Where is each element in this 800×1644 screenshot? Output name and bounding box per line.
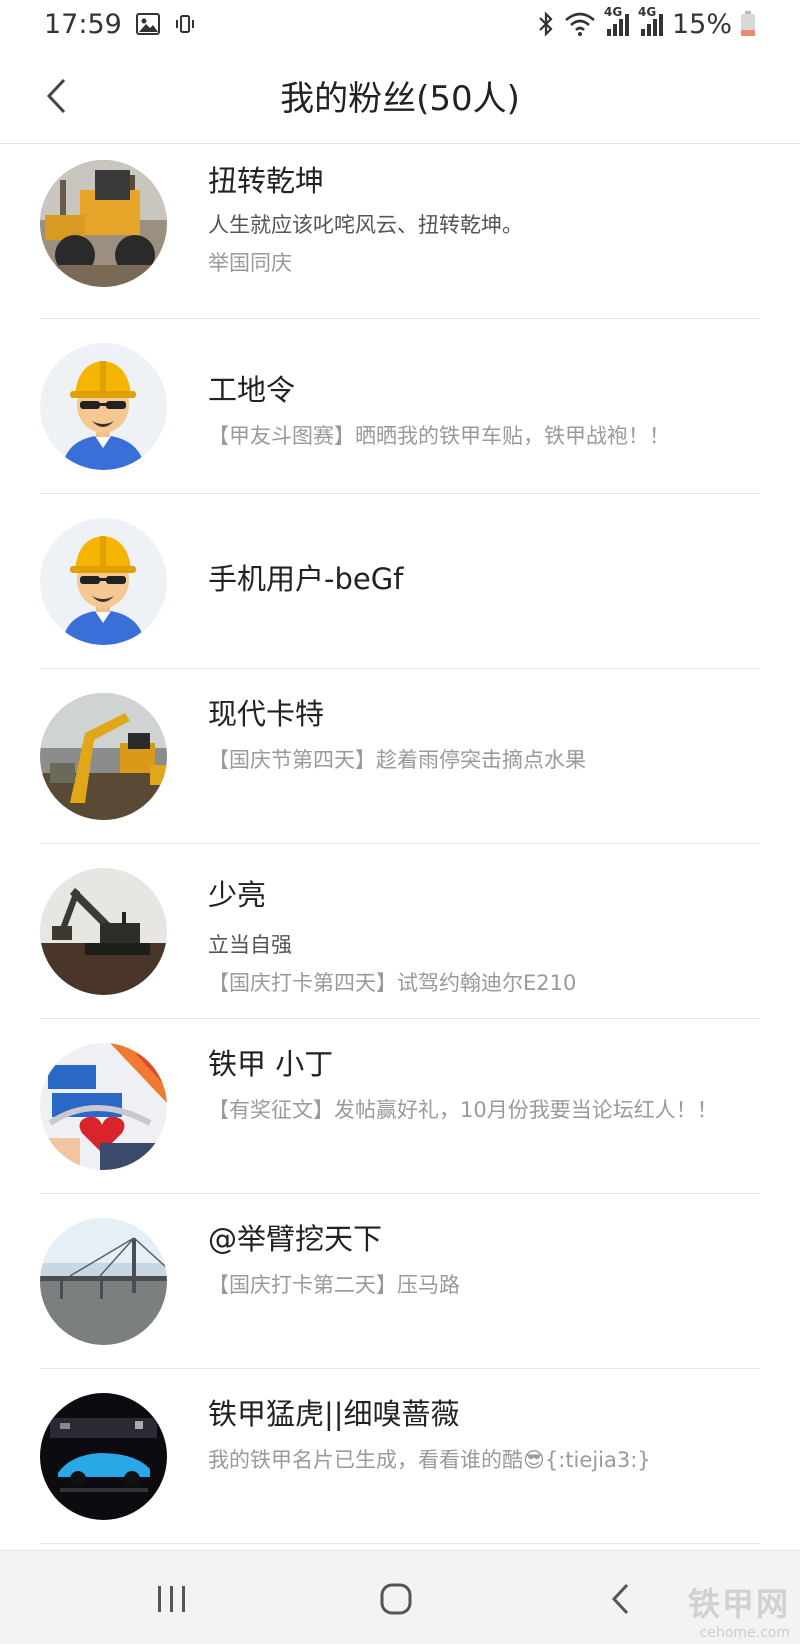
fan-name: 少亮 [208,878,267,912]
wifi-icon [564,12,596,36]
avatar[interactable] [40,1393,167,1520]
nav-back-button[interactable] [585,1569,655,1629]
system-nav-bar: 铁甲网 cehome.com [0,1550,800,1644]
battery-icon [740,11,756,37]
avatar[interactable] [40,518,167,645]
fan-latest-post[interactable]: 【有奖征文】发帖赢好礼，10月份我要当论坛红人！！ [208,1094,760,1124]
avatar[interactable] [40,868,167,995]
image-icon [135,13,160,35]
signal-icon-2: 4G [638,5,664,37]
home-button[interactable] [361,1569,431,1629]
app-header: 我的粉丝(50人) [0,48,800,144]
fan-latest-post[interactable]: 【国庆打卡第二天】压马路 [208,1269,760,1299]
fan-latest-post[interactable]: 【国庆节第四天】趁着雨停突击摘点水果 [208,744,760,774]
chevron-left-icon [46,78,66,114]
network-label-2: 4G [637,5,657,19]
avatar[interactable] [40,160,167,287]
fan-name: 铁甲猛虎||细嗅蔷薇 [208,1397,460,1431]
back-icon [611,1583,629,1615]
fans-list: 扭转乾坤 人生就应该叱咤风云、扭转乾坤。 举国同庆 工地令 【甲友斗图赛】晒晒我… [0,144,800,1544]
page-title: 我的粉丝(50人) [280,79,520,119]
avatar[interactable] [40,1043,167,1170]
fan-bio: 人生就应该叱咤风云、扭转乾坤。 [208,212,523,237]
list-item[interactable]: 工地令 【甲友斗图赛】晒晒我的铁甲车贴，铁甲战袍！！ [0,319,800,494]
home-icon [380,1583,412,1615]
fan-latest-post[interactable]: 我的铁甲名片已生成，看看谁的酷😎{:tiejia3:} [208,1444,760,1474]
list-item[interactable]: 少亮 立当自强 【国庆打卡第四天】试驾约翰迪尔E210 [0,844,800,1019]
avatar[interactable] [40,693,167,820]
watermark: 铁甲网 cehome.com [688,1579,790,1641]
back-button[interactable] [30,70,82,122]
list-item[interactable]: 手机用户-beGf [0,494,800,669]
vibrate-icon [174,13,196,35]
list-item[interactable]: 扭转乾坤 人生就应该叱咤风云、扭转乾坤。 举国同庆 [0,144,800,319]
list-item[interactable]: @举臂挖天下 【国庆打卡第二天】压马路 [0,1194,800,1369]
status-bar: 17:59 4G 4G 15% [0,0,800,48]
fan-bio: 立当自强 [208,932,292,957]
watermark-main: 铁甲网 [687,1585,790,1623]
fan-name: @举臂挖天下 [208,1222,383,1256]
avatar[interactable] [40,1218,167,1345]
fan-name: 扭转乾坤 [208,164,325,198]
list-item[interactable]: 现代卡特 【国庆节第四天】趁着雨停突击摘点水果 [0,669,800,844]
fan-name: 现代卡特 [208,697,325,731]
list-item[interactable]: 铁甲 小丁 【有奖征文】发帖赢好礼，10月份我要当论坛红人！！ [0,1019,800,1194]
fan-latest-post[interactable]: 【国庆打卡第四天】试驾约翰迪尔E210 [208,967,760,997]
recents-button[interactable] [137,1569,207,1629]
fan-name: 工地令 [208,373,296,407]
network-label: 4G [603,5,623,19]
list-item[interactable]: 铁甲猛虎||细嗅蔷薇 我的铁甲名片已生成，看看谁的酷😎{:tiejia3:} [0,1369,800,1544]
fan-latest-post[interactable]: 【甲友斗图赛】晒晒我的铁甲车贴，铁甲战袍！！ [208,420,760,450]
bluetooth-icon [536,11,556,37]
fan-name: 铁甲 小丁 [208,1047,334,1081]
fan-name: 手机用户-beGf [208,562,404,596]
battery-percent: 15% [671,8,732,40]
avatar[interactable] [40,343,167,470]
fan-latest-post[interactable]: 举国同庆 [208,247,760,277]
recents-icon [158,1586,185,1612]
watermark-sub: cehome.com [699,1625,790,1641]
signal-icon: 4G [604,5,630,37]
status-time: 17:59 [44,8,122,40]
